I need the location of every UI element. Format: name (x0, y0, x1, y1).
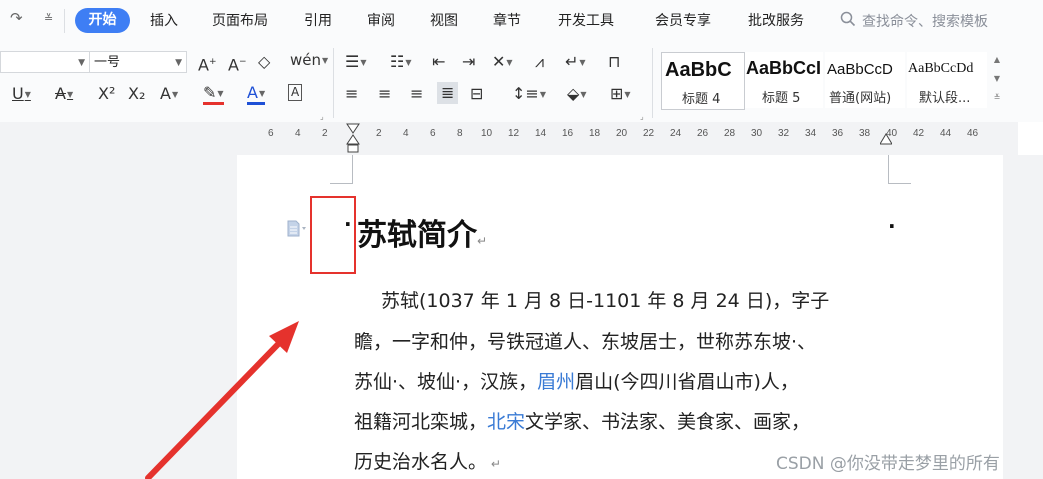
watermark: CSDN @你没带走梦里的所有 (776, 454, 1000, 474)
pointer-arrow (145, 321, 299, 479)
arrow-shaft (145, 332, 290, 479)
